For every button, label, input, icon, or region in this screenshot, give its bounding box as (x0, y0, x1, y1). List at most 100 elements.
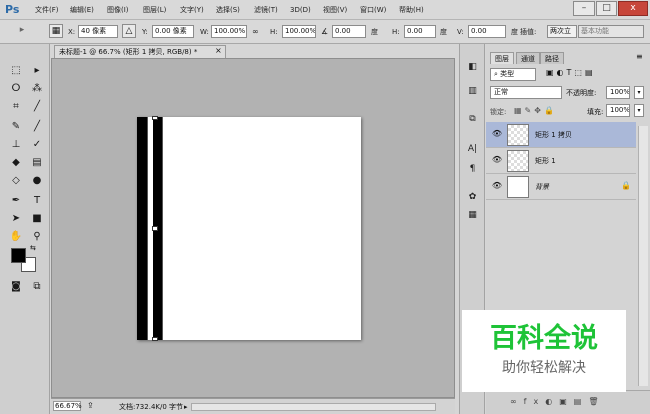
transform-handle-center[interactable] (152, 226, 158, 231)
swatches-icon[interactable]: ✿ (464, 190, 481, 205)
history-brush-icon[interactable]: ✓ (29, 138, 45, 152)
hand-icon[interactable]: ✋ (8, 230, 24, 244)
menu-file[interactable]: 文件(F) (35, 5, 59, 16)
character-icon[interactable]: A| (464, 142, 481, 157)
layer-row-rect1-copy[interactable]: 👁 矩形 1 拷贝 (486, 122, 636, 148)
filter-icons[interactable]: ▣◐T⬚▤ (546, 68, 596, 77)
path-select-icon[interactable]: ➤ (8, 212, 24, 226)
tab-layers[interactable]: 图层 (490, 52, 514, 64)
gradient-icon[interactable]: ▤ (29, 156, 45, 170)
eraser-icon[interactable]: ◆ (8, 156, 24, 170)
menu-window[interactable]: 窗口(W) (360, 5, 386, 16)
visibility-eye-icon[interactable]: 👁 (491, 128, 503, 140)
layer-name: 矩形 1 拷贝 (535, 131, 572, 139)
quick-select-icon[interactable]: ⁂ (29, 82, 45, 96)
crop-icon[interactable]: ⌗ (8, 100, 24, 114)
interp-select[interactable]: 两次立 (547, 25, 577, 38)
foreground-color-swatch[interactable] (11, 248, 26, 263)
panel-menu-icon[interactable]: ≡ (636, 52, 643, 61)
type-icon[interactable]: T (29, 194, 45, 208)
move-tool-icon[interactable]: ▸ (15, 24, 29, 38)
zoom-icon[interactable]: ⚲ (29, 230, 45, 244)
paragraph-icon[interactable]: ¶ (464, 162, 481, 177)
reference-point-icon[interactable]: ▦ (49, 24, 63, 38)
fill-dropdown-icon[interactable]: ▾ (634, 104, 644, 117)
move-icon[interactable]: ▸ (29, 64, 45, 78)
menu-view[interactable]: 视图(V) (323, 5, 347, 16)
x-field[interactable]: 40 像素 (78, 25, 118, 38)
blend-mode-select[interactable]: 正常 (490, 86, 562, 99)
marquee-icon[interactable]: ⬚ (8, 64, 24, 78)
pen-icon[interactable]: ✒ (8, 194, 24, 208)
table-icon[interactable]: ▦ (464, 208, 481, 223)
menu-layer[interactable]: 图层(L) (143, 5, 166, 16)
relative-position-icon[interactable]: △ (122, 24, 136, 38)
zoom-field[interactable]: 66.67% (53, 401, 82, 411)
transform-handle-bottom[interactable] (152, 337, 158, 341)
black-stripe-left (137, 117, 147, 340)
link-icon[interactable]: ∞ (252, 27, 259, 37)
screen-mode-icon[interactable]: ⧉ (29, 280, 45, 294)
horizontal-scrollbar[interactable] (191, 403, 436, 411)
close-button[interactable]: x (618, 1, 648, 16)
canvas[interactable] (137, 116, 361, 341)
healing-icon[interactable]: ✎ (8, 120, 24, 134)
rectangle-icon[interactable]: ■ (29, 212, 45, 226)
restore-button[interactable]: □ (596, 1, 617, 16)
lock-icons[interactable]: ▦✎✥🔒 (514, 106, 557, 115)
layer-name: 背景 (535, 183, 549, 191)
h-label: H: (270, 28, 278, 36)
stamp-icon[interactable]: ⊥ (8, 138, 24, 152)
workspace-select[interactable]: 基本功能 (578, 25, 644, 38)
menu-3d[interactable]: 3D(D) (290, 5, 311, 16)
y-field[interactable]: 0.00 像素 (152, 25, 194, 38)
blur-icon[interactable]: ◇ (8, 174, 24, 188)
status-arrow-icon[interactable]: ▸ (184, 402, 188, 412)
layer-action-icons[interactable]: ∞fx◐▣▤🗑 (510, 397, 605, 406)
fill-field[interactable]: 100% (606, 104, 630, 117)
transform-handle-top[interactable] (152, 116, 158, 120)
layer-name: 矩形 1 (535, 157, 556, 165)
swap-colors-icon[interactable]: ⇆ (30, 244, 36, 252)
layer-thumbnail (507, 124, 529, 146)
h-field[interactable]: 100.00% (282, 25, 316, 38)
opacity-field[interactable]: 100% (606, 86, 630, 99)
menu-help[interactable]: 帮助(H) (399, 5, 424, 16)
document-tab[interactable]: 未标题-1 @ 66.7% (矩形 1 拷贝, RGB/8) * (54, 45, 226, 58)
visibility-eye-icon[interactable]: 👁 (491, 154, 503, 166)
lock-label: 锁定: (490, 108, 507, 116)
brush-preset-icon[interactable]: ▥ (464, 84, 481, 99)
clone-source-icon[interactable]: ⧉ (464, 112, 481, 127)
minimize-button[interactable]: – (573, 1, 595, 16)
visibility-eye-icon[interactable]: 👁 (491, 180, 503, 192)
angle-field[interactable]: 0.00 (332, 25, 366, 38)
layers-scrollbar[interactable] (638, 126, 648, 386)
w-field[interactable]: 100.00% (211, 25, 247, 38)
hskew-field[interactable]: 0.00 (404, 25, 436, 38)
quick-mask-icon[interactable]: ◙ (8, 280, 24, 294)
menu-filter[interactable]: 滤镜(T) (254, 5, 278, 16)
brush-icon[interactable]: ╱ (29, 120, 45, 134)
eyedropper-icon[interactable]: ╱ (29, 100, 45, 114)
layer-row-background[interactable]: 👁 背景 🔒 (486, 174, 636, 200)
tab-paths[interactable]: 路径 (540, 52, 564, 64)
menu-image[interactable]: 图像(I) (107, 5, 129, 16)
layers-footer: ∞fx◐▣▤🗑 (486, 390, 650, 414)
menu-select[interactable]: 选择(S) (216, 5, 240, 16)
menu-edit[interactable]: 编辑(E) (70, 5, 94, 16)
export-icon[interactable]: ⇪ (87, 401, 94, 411)
layer-row-rect1[interactable]: 👁 矩形 1 (486, 148, 636, 174)
history-icon[interactable]: ◧ (464, 60, 481, 75)
layer-filter-select[interactable]: ⌕ 类型 (490, 68, 536, 81)
menu-type[interactable]: 文字(Y) (180, 5, 204, 16)
angle-icon: ∡ (321, 27, 329, 36)
lasso-icon[interactable]: ⵔ (8, 82, 24, 96)
tab-close-icon[interactable]: × (215, 46, 222, 56)
opacity-label: 不透明度: (566, 89, 597, 97)
fill-label: 填充: (587, 108, 604, 116)
angle-unit: 度 (371, 28, 378, 36)
vskew-field[interactable]: 0.00 (468, 25, 506, 38)
opacity-dropdown-icon[interactable]: ▾ (634, 86, 644, 99)
dodge-icon[interactable]: ● (29, 174, 45, 188)
tab-channels[interactable]: 通道 (516, 52, 540, 64)
